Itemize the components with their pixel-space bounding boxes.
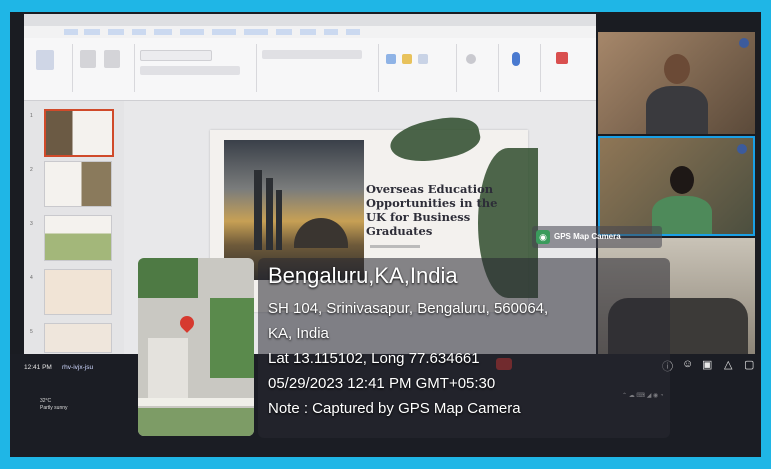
paragraph-group	[258, 44, 379, 92]
thumb-number: 2	[30, 167, 33, 173]
arrange-icon[interactable]	[402, 54, 412, 64]
meeting-code[interactable]: rhv-ivjx-jsu	[62, 364, 93, 371]
clipboard-group	[28, 44, 73, 92]
font-name-box[interactable]	[140, 50, 212, 61]
gps-address-line1: SH 104, Srinivasapur, Bengaluru, 560064,	[268, 300, 549, 317]
building-shape	[254, 170, 262, 250]
paste-icon[interactable]	[36, 50, 54, 70]
drawing-group	[380, 44, 457, 92]
thumb-number: 3	[30, 221, 33, 227]
more-options-icon[interactable]	[737, 144, 747, 154]
participant-body	[646, 86, 708, 134]
new-slide-icon[interactable]	[80, 50, 96, 68]
designer-group	[542, 44, 592, 92]
gps-badge-label: GPS Map Camera	[554, 232, 621, 241]
slides-group	[74, 44, 135, 92]
shapes-icon[interactable]	[386, 54, 396, 64]
building-shape	[276, 190, 282, 250]
designer-icon[interactable]	[556, 52, 568, 64]
ribbon-tabs	[24, 26, 596, 38]
gps-address-line2: KA, India	[268, 325, 329, 342]
thumb-number: 4	[30, 275, 33, 281]
font-group	[136, 44, 257, 92]
location-map-thumbnail	[138, 258, 254, 436]
activities-icon[interactable]: △	[724, 358, 732, 371]
mic-status-icon[interactable]	[739, 38, 749, 48]
editing-group	[458, 44, 499, 92]
people-icon[interactable]: ☺	[682, 358, 693, 370]
tab-slideshow[interactable]	[244, 29, 268, 35]
window-title-bar	[24, 14, 596, 26]
font-format-icons[interactable]	[140, 66, 240, 75]
participant-video-tile-active[interactable]	[598, 136, 755, 236]
tab-review[interactable]	[300, 29, 316, 35]
tab-home[interactable]	[84, 29, 100, 35]
quick-styles-icon[interactable]	[418, 54, 428, 64]
slide-thumbnail[interactable]	[44, 161, 112, 207]
map-green-area	[210, 298, 254, 378]
participant-head	[670, 166, 694, 194]
dictate-icon[interactable]	[512, 52, 520, 66]
thumb-number: 5	[30, 329, 33, 335]
dome-shape	[294, 218, 348, 248]
slide-thumbnail[interactable]	[44, 215, 112, 261]
map-green-area	[138, 258, 198, 298]
participant-video-tile[interactable]	[598, 32, 755, 134]
weather-temp: 32°C	[40, 398, 52, 404]
map-pin-icon	[177, 313, 197, 333]
find-icon[interactable]	[466, 54, 476, 64]
gps-note: Note : Captured by GPS Map Camera	[268, 400, 521, 417]
slide-thumbnail[interactable]	[44, 323, 112, 353]
building-shape	[266, 178, 273, 250]
chat-icon[interactable]: ▣	[702, 358, 712, 371]
gps-camera-icon: ◉	[536, 230, 550, 244]
slide-subtitle-placeholder	[370, 245, 420, 248]
participant-head	[664, 54, 690, 84]
photo-frame: 1 2 3 4 5 Overseas Education Opportuniti…	[0, 0, 771, 469]
slide-thumbnail[interactable]	[44, 269, 112, 315]
tab-animations[interactable]	[212, 29, 236, 35]
gps-badge: ◉ GPS Map Camera	[532, 226, 662, 248]
thumb-number: 1	[30, 113, 33, 119]
layout-icon[interactable]	[104, 50, 120, 68]
map-road	[138, 398, 254, 406]
ribbon-toolbar	[24, 38, 596, 101]
gps-coordinates: Lat 13.115102, Long 77.634661	[268, 350, 480, 367]
tab-design[interactable]	[154, 29, 172, 35]
slide-thumbnail[interactable]	[44, 109, 114, 157]
slide-title: Overseas Education Opportunities in the …	[366, 182, 498, 238]
gps-datetime: 05/29/2023 12:41 PM GMT+05:30	[268, 375, 496, 392]
meeting-time: 12:41 PM	[24, 364, 52, 371]
paragraph-icons[interactable]	[262, 50, 362, 59]
tab-help[interactable]	[346, 29, 360, 35]
map-green-area	[138, 408, 254, 436]
weather-widget[interactable]: 32°C Partly sunny	[40, 398, 68, 412]
gps-city: Bengaluru,KA,India	[268, 263, 458, 288]
tab-file[interactable]	[64, 29, 78, 35]
map-building	[148, 338, 188, 398]
lock-icon[interactable]: ▢	[744, 358, 754, 371]
tab-view[interactable]	[324, 29, 338, 35]
tab-record[interactable]	[276, 29, 292, 35]
weather-desc: Partly sunny	[40, 405, 68, 411]
slide-thumbnail-pane: 1 2 3 4 5	[24, 101, 124, 354]
tab-insert[interactable]	[108, 29, 124, 35]
tab-transitions[interactable]	[180, 29, 204, 35]
tab-draw[interactable]	[132, 29, 146, 35]
voice-group	[500, 44, 541, 92]
